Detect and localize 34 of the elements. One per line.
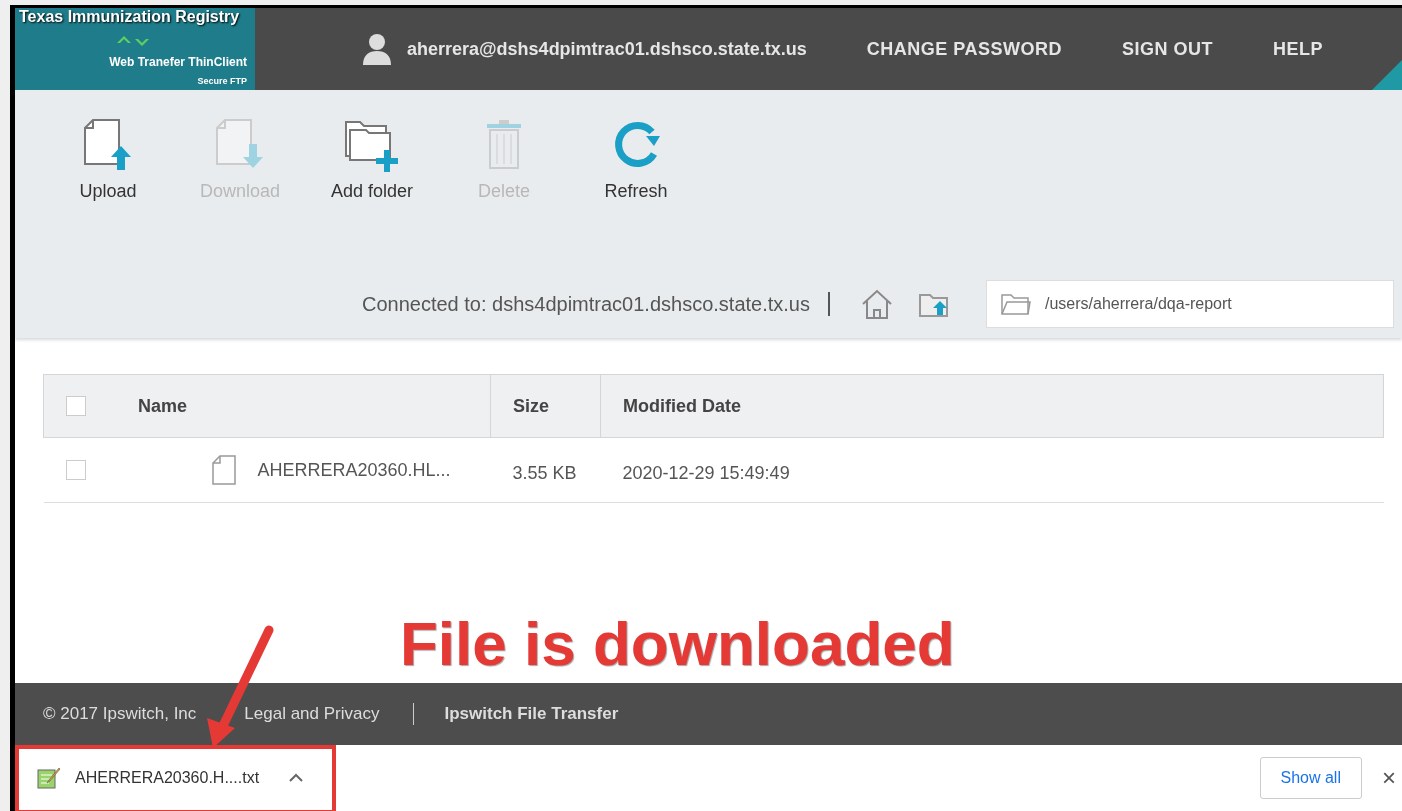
header-link[interactable]: SIGN OUT [1121,35,1213,63]
legal-link[interactable]: Legal and Privacy [244,701,380,727]
logo: Texas Immunization Registry Web Tranefer ThinClient Secure FTP [15,8,255,90]
column-header[interactable]: Modified Date [623,395,741,416]
copyright-text: © 2017 Ipswitch, Inc [43,703,197,726]
callout-text: File is downloaded [400,613,955,675]
path-field[interactable]: /users/aherrera/dqa-report [986,280,1394,328]
home-icon[interactable] [860,288,894,320]
product-name: Ipswitch File Transfer [444,703,619,726]
user-email: aherrera@dshs4dpimtrac01.dshsco.state.tx.us [407,37,807,61]
caret-icon[interactable] [289,773,304,783]
file-size: 3.55 KB [512,463,577,483]
column-header[interactable]: Name [138,392,188,420]
connection-info: Connected to: dshs4dpimtrac01.dshsco.state.tx.us [361,292,810,317]
toolbar-button[interactable]: Upload [42,118,174,205]
file-icon [211,455,236,485]
modified-date: 2020-12-29 15:49:49 [622,463,790,483]
header-link[interactable]: HELP [1272,35,1323,63]
add-folder-icon [344,118,400,172]
text-file-icon [37,767,61,789]
corner-decoration [1372,60,1402,90]
checkbox[interactable] [66,396,86,416]
user-icon [363,33,391,65]
file-name[interactable]: AHERRERA20360.HL... [257,456,451,484]
checkbox[interactable] [65,460,86,480]
toolbar-button[interactable]: Add folder [306,118,438,205]
folder-icon [1001,293,1031,315]
close-button[interactable]: × [1376,760,1402,796]
column-header[interactable]: Size [513,395,550,416]
toolbar-button[interactable]: Refresh [570,118,702,205]
show-all-button[interactable]: Show all [1259,757,1362,799]
download-item[interactable]: AHERRERA20360.H....txt [37,766,304,790]
header-link[interactable]: CHANGE PASSWORD [866,35,1062,63]
upload-icon [83,118,133,172]
